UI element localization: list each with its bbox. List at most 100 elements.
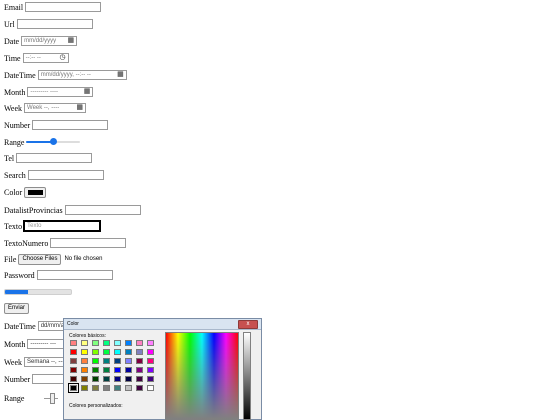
basic-color-swatch[interactable] <box>147 358 154 364</box>
basic-color-swatch[interactable] <box>125 376 132 382</box>
basic-color-swatch[interactable] <box>81 358 88 364</box>
basic-color-swatch[interactable] <box>114 340 121 346</box>
luminance-slider[interactable] <box>243 332 251 420</box>
basic-color-swatch[interactable] <box>70 367 77 373</box>
texto-row: Texto Texto <box>4 220 102 232</box>
basic-color-swatch[interactable] <box>114 367 121 373</box>
week-input[interactable]: Week --, ---- ▦ <box>24 103 87 113</box>
basic-color-swatch[interactable] <box>125 340 132 346</box>
texto-input[interactable]: Texto <box>23 220 102 232</box>
basic-color-swatch[interactable] <box>147 349 154 355</box>
month-row: Month --------- ---- ▦ <box>4 86 94 98</box>
basic-color-swatch[interactable] <box>136 385 143 391</box>
email-input[interactable] <box>25 2 102 12</box>
basic-color-swatch[interactable] <box>147 367 154 373</box>
range-slider[interactable] <box>26 138 81 146</box>
basic-color-swatch[interactable] <box>136 349 143 355</box>
range-thumb[interactable] <box>50 138 58 145</box>
color-row: Color <box>4 186 47 198</box>
basic-color-swatch[interactable] <box>136 376 143 382</box>
basic-color-swatch[interactable] <box>125 367 132 373</box>
file-status: No file chosen <box>64 256 103 262</box>
color-spectrum[interactable] <box>165 332 239 420</box>
month2-label: Month <box>4 339 26 349</box>
date-row: Date mm/dd/yyyy ▦ <box>4 35 78 47</box>
basic-color-swatch[interactable] <box>147 385 154 391</box>
time-label: Time <box>4 53 21 63</box>
calendar-icon[interactable]: ▦ <box>76 104 83 112</box>
password-input[interactable] <box>36 270 113 280</box>
basic-color-swatch[interactable] <box>68 383 79 393</box>
color-label: Color <box>4 187 23 197</box>
time-input[interactable]: --:-- -- ◷ <box>22 53 69 63</box>
search-input[interactable] <box>27 170 104 180</box>
close-button[interactable]: x <box>238 319 258 329</box>
basic-color-swatch[interactable] <box>114 349 121 355</box>
submit-button[interactable]: Enviar <box>4 302 30 314</box>
color-dialog-titlebar[interactable]: Color x <box>64 319 261 330</box>
date-input[interactable]: mm/dd/yyyy ▦ <box>21 36 78 46</box>
basic-color-swatch[interactable] <box>81 367 88 373</box>
basic-color-swatch[interactable] <box>136 340 143 346</box>
month2-input[interactable]: --------- --- <box>27 339 66 349</box>
datalist-label: DatalistProvincias <box>4 205 63 215</box>
month-input[interactable]: --------- ---- ▦ <box>27 87 94 97</box>
basic-color-swatch[interactable] <box>92 358 99 364</box>
calendar-icon[interactable]: ▦ <box>67 37 74 45</box>
number-label: Number <box>4 120 31 130</box>
textonumero-input[interactable] <box>50 238 127 248</box>
month2-row: Month --------- --- <box>4 338 66 350</box>
basic-color-swatch[interactable] <box>81 349 88 355</box>
basic-color-swatch[interactable] <box>70 340 77 346</box>
range2-slider[interactable] <box>44 393 59 404</box>
time-row: Time --:-- -- ◷ <box>4 52 69 64</box>
basic-color-swatch[interactable] <box>125 349 132 355</box>
basic-color-swatch[interactable] <box>103 385 110 391</box>
calendar-icon[interactable]: ▦ <box>84 88 91 96</box>
date-label: Date <box>4 36 20 46</box>
basic-color-swatch[interactable] <box>70 376 77 382</box>
search-label: Search <box>4 170 26 180</box>
color-picker-button[interactable] <box>24 186 47 198</box>
number-input[interactable] <box>32 120 109 130</box>
calendar-icon[interactable]: ▦ <box>117 71 124 79</box>
datalist-input[interactable] <box>64 205 141 215</box>
basic-color-swatch[interactable] <box>114 385 121 391</box>
url-input[interactable] <box>16 19 93 29</box>
basic-color-swatch[interactable] <box>81 376 88 382</box>
basic-color-swatch[interactable] <box>103 349 110 355</box>
basic-color-swatch[interactable] <box>92 340 99 346</box>
basic-color-swatch[interactable] <box>81 385 88 391</box>
basic-color-swatch[interactable] <box>147 340 154 346</box>
basic-color-swatch[interactable] <box>136 358 143 364</box>
basic-color-swatch[interactable] <box>70 349 77 355</box>
number-row: Number <box>4 119 109 131</box>
url-label: Url <box>4 19 15 29</box>
choose-files-button[interactable]: Choose Files <box>18 253 62 265</box>
texto-label: Texto <box>4 221 23 231</box>
basic-color-swatch[interactable] <box>103 358 110 364</box>
color-dialog-title: Color <box>67 321 79 327</box>
basic-color-swatch[interactable] <box>92 349 99 355</box>
basic-color-swatch[interactable] <box>114 358 121 364</box>
tel-input[interactable] <box>16 153 93 163</box>
basic-color-swatch[interactable] <box>103 376 110 382</box>
basic-color-swatch[interactable] <box>70 358 77 364</box>
basic-color-swatch[interactable] <box>147 376 154 382</box>
basic-color-swatch[interactable] <box>81 340 88 346</box>
basic-color-swatch[interactable] <box>92 376 99 382</box>
range-row: Range <box>4 136 81 148</box>
basic-color-swatch[interactable] <box>136 367 143 373</box>
texto-placeholder: Texto <box>27 223 42 229</box>
basic-color-swatch[interactable] <box>92 367 99 373</box>
basic-color-swatch[interactable] <box>103 340 110 346</box>
basic-color-swatch[interactable] <box>125 385 132 391</box>
basic-color-swatch[interactable] <box>92 385 99 391</box>
basic-color-swatch[interactable] <box>114 376 121 382</box>
basic-color-swatch[interactable] <box>103 367 110 373</box>
datetime-input[interactable]: mm/dd/yyyy, --:-- -- ▦ <box>37 70 127 80</box>
basic-color-swatch[interactable] <box>125 358 132 364</box>
clock-icon[interactable]: ◷ <box>60 54 66 62</box>
range2-thumb[interactable] <box>50 393 56 404</box>
datetime-placeholder: mm/dd/yyyy, --:-- -- <box>40 72 91 78</box>
